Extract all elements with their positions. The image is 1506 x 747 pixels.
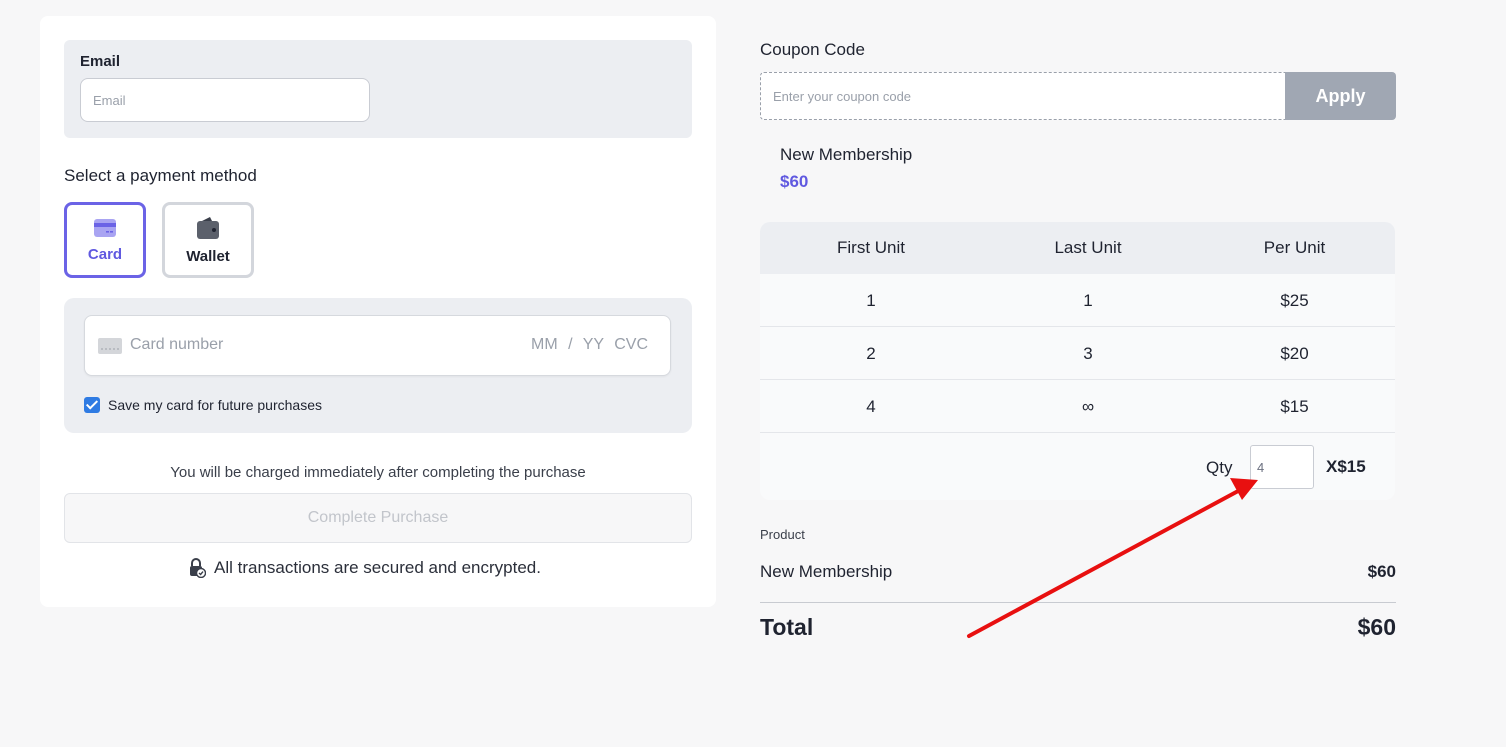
tier-row: 4 ∞ $15: [760, 380, 1395, 433]
tier-table-header: First Unit Last Unit Per Unit: [760, 222, 1395, 274]
payment-method-card-label: Card: [87, 245, 123, 263]
credit-card-icon: [94, 218, 116, 237]
qty-multiplier: X$15: [1326, 457, 1366, 476]
apply-coupon-button[interactable]: Apply: [1285, 72, 1396, 120]
product-price: $60: [1367, 562, 1396, 581]
tier-first-unit: 2: [866, 344, 876, 363]
charge-note: You will be charged immediately after co…: [170, 464, 586, 481]
save-card-label: Save my card for future purchases: [108, 397, 322, 413]
product-name: New Membership: [760, 562, 893, 581]
coupon-input[interactable]: [760, 72, 1286, 120]
membership-price: $60: [780, 172, 809, 191]
tier-last-unit: ∞: [1081, 397, 1095, 416]
payment-method-wallet-label: Wallet: [186, 247, 230, 265]
card-details-section: Card number MM / YY CVC Save my card for…: [64, 298, 692, 433]
email-section: Email: [64, 40, 692, 138]
total-label: Total: [760, 614, 814, 640]
payment-method-wallet[interactable]: Wallet: [162, 202, 254, 278]
secure-note: All transactions are secured and encrypt…: [188, 558, 541, 578]
summary-divider: [760, 602, 1396, 603]
coupon-title: Coupon Code: [760, 40, 865, 59]
header-last-unit: Last Unit: [1054, 238, 1122, 257]
card-number-placeholder: Card number: [130, 336, 224, 353]
payment-method-title: Select a payment method: [64, 166, 257, 185]
tier-first-unit: 4: [866, 397, 876, 416]
email-input[interactable]: [80, 78, 370, 122]
header-first-unit: First Unit: [837, 238, 905, 257]
header-per-unit: Per Unit: [1263, 238, 1326, 257]
product-label: Product: [760, 527, 805, 542]
tier-row: 2 3 $20: [760, 327, 1395, 380]
tier-first-unit: 1: [866, 291, 876, 310]
payment-method-card[interactable]: Card: [64, 202, 146, 278]
tier-per-unit: $20: [1280, 344, 1309, 363]
pricing-tier-table: First Unit Last Unit Per Unit 1 1 $25 2 …: [760, 222, 1395, 500]
card-brand-icon: [98, 338, 122, 354]
tier-last-unit: 3: [1083, 344, 1093, 363]
save-card-checkbox[interactable]: [84, 397, 100, 413]
membership-name: New Membership: [780, 145, 913, 164]
email-label: Email: [80, 53, 121, 70]
qty-label: Qty: [1206, 458, 1233, 477]
total-price: $60: [1357, 614, 1396, 640]
checkout-form-card: Email Select a payment method Card Walle…: [40, 16, 716, 607]
secure-note-text: All transactions are secured and encrypt…: [214, 558, 541, 577]
expiry-cvc-placeholder: MM / YY CVC: [531, 336, 648, 353]
tier-per-unit: $25: [1280, 291, 1309, 310]
tier-last-unit: 1: [1083, 291, 1093, 310]
tier-per-unit: $15: [1280, 397, 1309, 416]
card-number-field[interactable]: Card number MM / YY CVC: [84, 315, 671, 376]
tier-row: 1 1 $25: [760, 274, 1395, 327]
wallet-icon: [197, 216, 219, 239]
complete-purchase-button[interactable]: Complete Purchase: [64, 493, 692, 543]
qty-input[interactable]: [1250, 445, 1314, 489]
lock-check-icon: [190, 558, 206, 578]
